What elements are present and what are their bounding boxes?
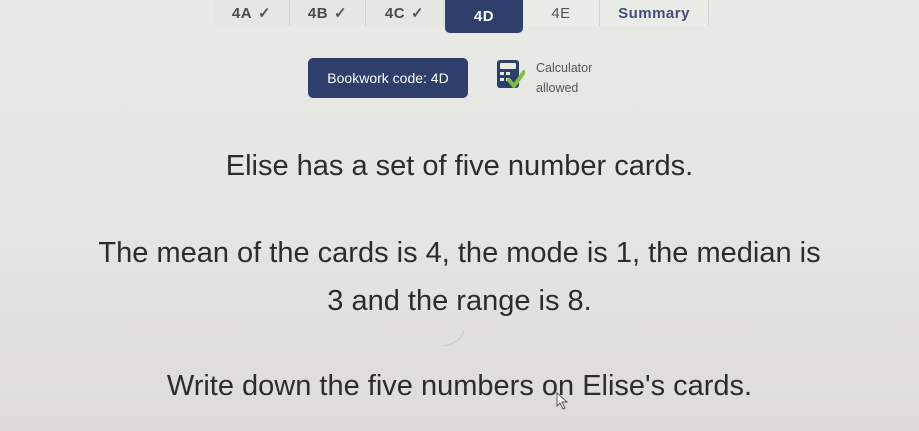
question-line-2: The mean of the cards is 4, the mode is … (98, 237, 821, 269)
tab-summary-label: Summary (618, 4, 690, 22)
question-line-4: Write down the five numbers on Elise's c… (166, 370, 753, 402)
calculator-line1: Calculator (536, 61, 593, 75)
check-icon: ✓ (411, 5, 425, 22)
question-line-3: 3 and the range is 8. (327, 285, 592, 317)
bookwork-code-badge: Bookwork code: 4D (308, 58, 468, 98)
calculator-icon (497, 60, 525, 88)
tab-4c-label: 4C (384, 4, 406, 22)
tab-4c[interactable]: 4C ✓ (366, 0, 444, 26)
tab-4e-label: 4E (551, 4, 571, 22)
tab-bar: 4A ✓ 4B ✓ 4C ✓ 4D 4E Summary (0, 0, 919, 34)
tab-4a[interactable]: 4A ✓ (214, 0, 290, 26)
tab-4a-label: 4A (231, 4, 253, 22)
calculator-line2: allowed (536, 81, 579, 95)
tab-4e[interactable]: 4E (523, 0, 600, 26)
tab-4d[interactable]: 4D (445, 0, 523, 33)
bookwork-code-label: Bookwork code: 4D (327, 70, 449, 86)
tab-4d-label: 4D (473, 8, 495, 25)
check-icon: ✓ (258, 5, 272, 22)
tab-4b-label: 4B (307, 4, 329, 22)
question-line-1: Elise has a set of five number cards. (225, 150, 694, 182)
mouse-cursor-icon (556, 392, 569, 410)
faint-curve-mark (443, 329, 465, 347)
tab-4b[interactable]: 4B ✓ (290, 0, 366, 26)
check-icon: ✓ (334, 5, 348, 22)
tab-summary[interactable]: Summary (600, 0, 709, 26)
calculator-allowed-label: Calculator allowed (536, 58, 592, 98)
